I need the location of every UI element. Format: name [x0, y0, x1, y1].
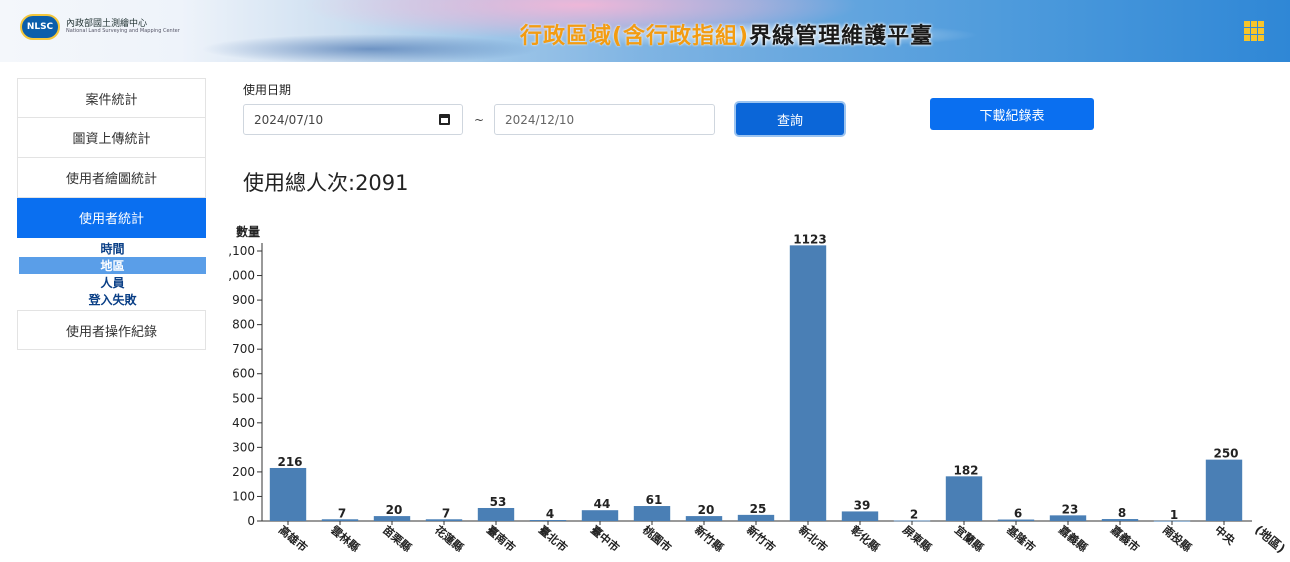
x-tick-label: 高雄市 [276, 523, 310, 555]
y-tick-label: ,000 [228, 269, 255, 283]
bar-value-label: 25 [750, 502, 767, 516]
bar [269, 467, 307, 521]
bar-value-label: 7 [338, 506, 346, 520]
y-tick-label: 100 [232, 489, 255, 503]
y-tick-label: 200 [232, 465, 255, 479]
x-tick-label: 嘉義市 [1107, 522, 1142, 555]
x-axis-label: (地區) [1252, 522, 1288, 556]
x-tick-label: 南投縣 [1160, 523, 1194, 555]
bar-value-label: 6 [1014, 507, 1022, 521]
x-tick-label: 臺南市 [484, 523, 518, 555]
bar-value-label: 20 [698, 503, 715, 517]
y-axis-label: 數量 [236, 224, 260, 239]
bar-value-label: 7 [442, 506, 450, 520]
y-tick-label: 400 [232, 416, 255, 430]
bar-value-label: 250 [1213, 447, 1238, 461]
x-tick-label: 基隆市 [1003, 522, 1038, 555]
bar-value-label: 216 [277, 455, 302, 469]
x-tick-label: 彰化縣 [848, 523, 882, 555]
x-tick-label: 新竹市 [744, 523, 778, 555]
x-tick-label: 宜蘭縣 [952, 523, 986, 555]
x-tick-label: 新竹縣 [692, 523, 726, 555]
region-usage-bar-chart: 數量 0100200300400500600700800900,000,100 … [228, 224, 1288, 556]
y-tick-label: 300 [232, 440, 255, 454]
bar-value-label: 61 [646, 493, 663, 507]
y-tick-label: 600 [232, 367, 255, 381]
bar [789, 245, 827, 521]
y-axis-ticks: 0 100 200 300 400 500 600 700 800 900 ,000 ,100 [228, 244, 262, 528]
bar-value-label: 20 [386, 503, 403, 517]
bar [633, 506, 671, 521]
bar-value-label: 1 [1170, 508, 1178, 522]
bar-value-label: 23 [1062, 502, 1079, 516]
bar-value-label: 4 [546, 507, 554, 521]
x-tick-label: 臺北市 [536, 523, 570, 555]
x-tick-label: 中央 [1212, 523, 1239, 549]
chart-bars [269, 245, 1243, 522]
y-tick-label: 500 [232, 391, 255, 405]
x-tick-label: 桃園市 [640, 523, 674, 555]
bar-value-label: 2 [910, 508, 918, 522]
y-tick-label: 800 [232, 318, 255, 332]
bar [1205, 459, 1243, 521]
bar [477, 507, 515, 521]
y-tick-label: 700 [232, 342, 255, 356]
bar-value-label: 44 [594, 497, 611, 511]
x-tick-label: 屏東縣 [900, 523, 934, 555]
x-tick-label: 臺中市 [588, 523, 622, 555]
bar-value-label: 53 [490, 495, 507, 509]
bar [945, 476, 983, 521]
x-tick-label: 雲林縣 [328, 523, 362, 555]
chart-axes [261, 243, 1252, 522]
x-tick-label: 嘉義縣 [1055, 522, 1090, 555]
bar-value-label: 39 [854, 498, 871, 512]
bar [841, 511, 879, 521]
bar-value-labels: 2167 20 753444 6120 2511233921826 23 8 1250 [277, 232, 1238, 521]
x-axis-ticks: 高雄市 雲林縣 苗栗縣 花蓮縣 臺南市 臺北市 臺中市 桃園市 新竹縣 新竹市 新北市 彰化縣 屏東縣宜… [276, 521, 1239, 555]
x-tick-label: 新北市 [796, 523, 830, 555]
bar-value-label: 8 [1118, 506, 1126, 520]
x-tick-label: 花蓮縣 [432, 523, 466, 555]
bar-value-label: 182 [953, 463, 978, 477]
bar-value-label: 1123 [793, 232, 826, 246]
y-tick-label: ,100 [228, 244, 255, 258]
y-tick-label: 0 [247, 514, 255, 528]
y-tick-label: 900 [232, 293, 255, 307]
x-tick-label: 苗栗縣 [380, 523, 414, 555]
bar [581, 510, 619, 521]
